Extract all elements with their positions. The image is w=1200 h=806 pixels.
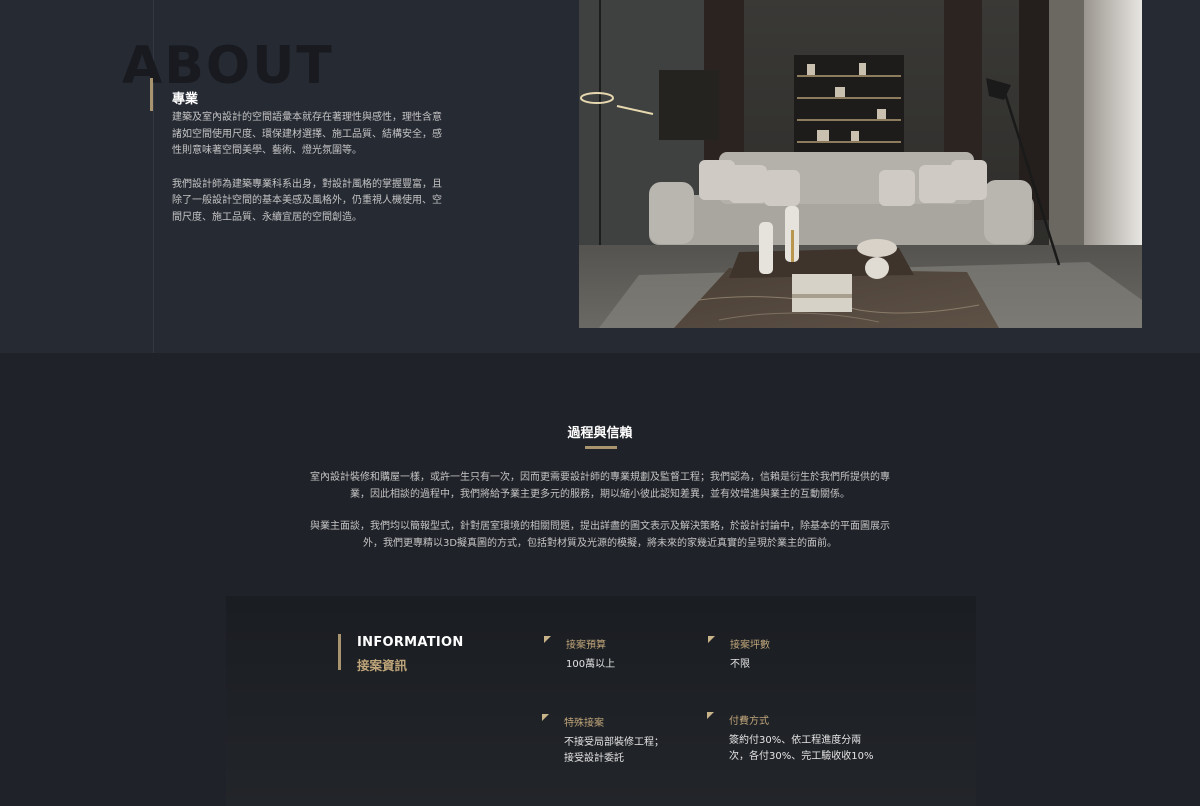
- information-panel: INFORMATION 接案資訊 接案預算 100萬以上 接案坪數 不限 特殊接…: [226, 596, 976, 806]
- about-text: 建築及室內設計的空間語彙本就存在著理性與感性，理性含意諸如空間使用尺度、環保建材…: [172, 110, 447, 243]
- field-label: 付費方式: [729, 716, 769, 727]
- process-paragraph: 與業主面談，我們均以簡報型式，針對居室環境的相關問題，提出詳盡的圖文表示及解決策…: [310, 521, 890, 549]
- field-value: 不限: [730, 659, 750, 670]
- living-room-photo: [579, 0, 1142, 328]
- corner-triangle-icon: [542, 714, 549, 721]
- about-section: ABOUT 專業 建築及室內設計的空間語彙本就存在著理性與感性，理性含意諸如空間…: [0, 0, 1200, 353]
- field-value: 簽約付30%、依工程進度分兩 次，各付30%、完工驗收收10%: [729, 735, 874, 762]
- process-accent-line: [585, 446, 617, 449]
- about-title: 專業: [172, 92, 199, 107]
- corner-triangle-icon: [544, 636, 551, 643]
- field-value: 不接受局部裝修工程； 接受設計委託: [564, 737, 664, 764]
- field-label: 接案預算: [566, 640, 606, 651]
- corner-triangle-icon: [708, 636, 715, 643]
- process-title: 過程與信賴: [567, 426, 633, 441]
- about-paragraph: 我們設計師為建築專業科系出身，對設計風格的掌握豐富，且除了一般設計空間的基本美感…: [172, 178, 442, 223]
- information-accent-bar: [338, 634, 341, 670]
- about-watermark-heading: ABOUT: [122, 36, 334, 96]
- information-title-en: INFORMATION: [357, 635, 464, 650]
- field-label: 接案坪數: [730, 640, 770, 651]
- about-accent-bar: [150, 78, 153, 111]
- field-label: 特殊接案: [564, 718, 604, 729]
- process-paragraph: 室內設計裝修和購屋一樣，或許一生只有一次，因而更需要設計師的專業規劃及監督工程；…: [310, 472, 890, 500]
- field-value: 100萬以上: [566, 659, 616, 670]
- about-paragraph: 建築及室內設計的空間語彙本就存在著理性與感性，理性含意諸如空間使用尺度、環保建材…: [172, 112, 442, 156]
- information-title-zh: 接案資訊: [357, 658, 408, 673]
- process-text: 室內設計裝修和購屋一樣，或許一生只有一次，因而更需要設計師的專業規劃及監督工程；…: [310, 470, 890, 568]
- corner-triangle-icon: [707, 712, 714, 719]
